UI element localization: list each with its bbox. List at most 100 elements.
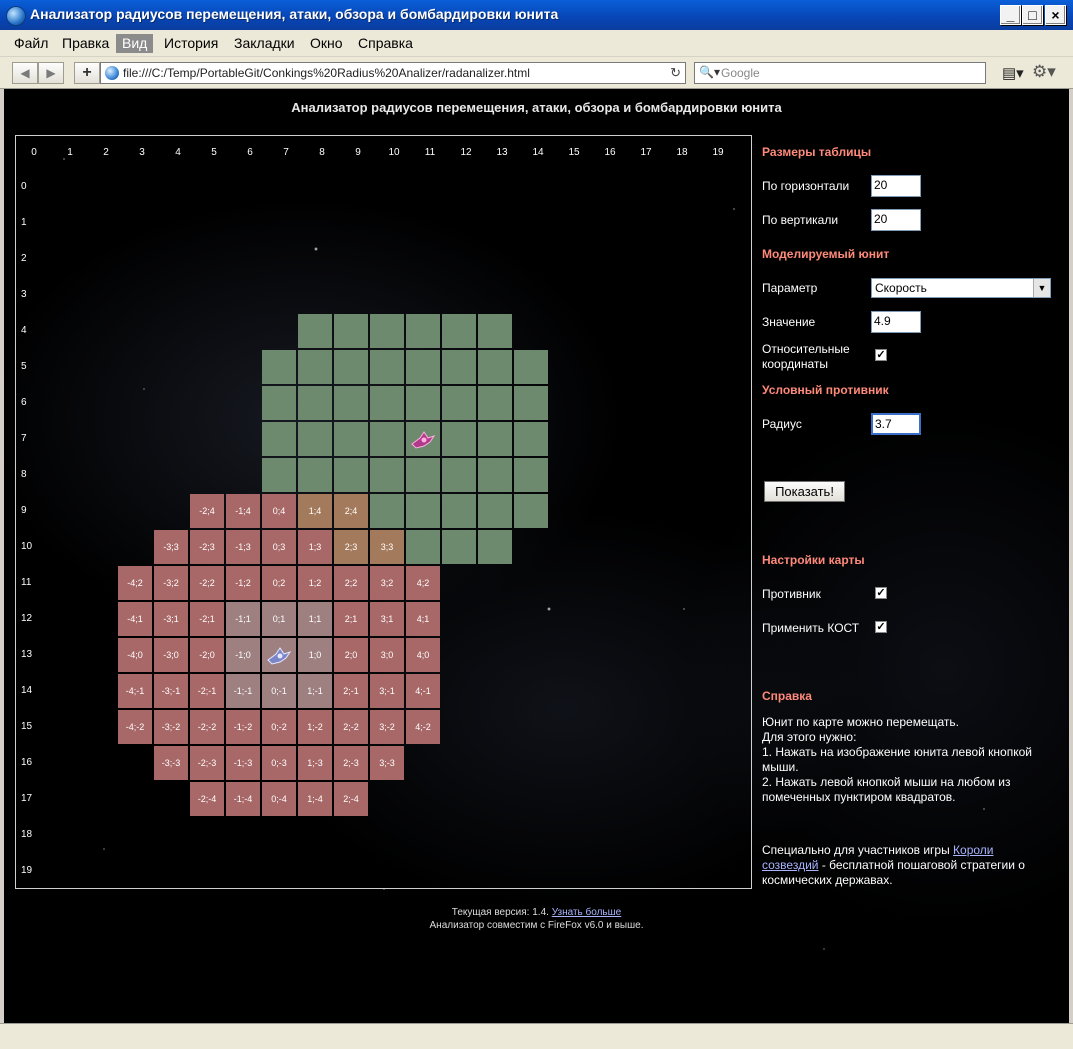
radius-input[interactable]: 3.7 (871, 413, 921, 435)
search-box[interactable]: 🔍▾ Google (694, 62, 986, 84)
grid-cell[interactable]: 1;2 (298, 566, 332, 600)
menu-window[interactable]: Окно (304, 34, 349, 53)
grid-cell[interactable]: 2;-4 (334, 782, 368, 816)
horizontal-size-input[interactable]: 20 (871, 175, 921, 197)
grid-cell[interactable] (406, 494, 440, 528)
unit-ship-icon[interactable] (266, 644, 292, 666)
grid-cell[interactable] (406, 458, 440, 492)
grid-cell[interactable]: 3;0 (370, 638, 404, 672)
enemy-checkbox[interactable]: ✓ (875, 587, 887, 599)
grid-cell[interactable]: 0;-4 (262, 782, 296, 816)
grid-cell[interactable]: -2;-3 (190, 746, 224, 780)
grid-cell[interactable]: -1;-3 (226, 746, 260, 780)
grid-cell[interactable]: 1;1 (298, 602, 332, 636)
grid-cell[interactable] (442, 494, 476, 528)
grid-cell[interactable]: -3;-2 (154, 710, 188, 744)
grid-cell[interactable] (334, 350, 368, 384)
grid-cell[interactable]: 3;3 (370, 530, 404, 564)
grid-cell[interactable]: -3;2 (154, 566, 188, 600)
menu-history[interactable]: История (158, 34, 224, 53)
grid-cell[interactable]: -3;0 (154, 638, 188, 672)
menu-help[interactable]: Справка (352, 34, 419, 53)
grid-cell[interactable] (478, 314, 512, 348)
grid-cell[interactable] (370, 314, 404, 348)
grid-cell[interactable] (262, 386, 296, 420)
grid-cell[interactable]: -1;-4 (226, 782, 260, 816)
grid-cell[interactable]: 3;-3 (370, 746, 404, 780)
new-tab-plus-icon[interactable]: + (74, 62, 100, 84)
vertical-size-input[interactable]: 20 (871, 209, 921, 231)
grid-cell[interactable] (478, 350, 512, 384)
grid-cell[interactable] (262, 422, 296, 456)
grid-cell[interactable]: -2;-2 (190, 710, 224, 744)
grid-cell[interactable]: 1;-3 (298, 746, 332, 780)
grid-cell[interactable]: 4;2 (406, 566, 440, 600)
grid-cell[interactable]: -2;0 (190, 638, 224, 672)
grid-cell[interactable]: -2;-1 (190, 674, 224, 708)
grid-cell[interactable] (514, 494, 548, 528)
grid-cell[interactable]: 2;4 (334, 494, 368, 528)
menu-view[interactable]: Вид (116, 34, 154, 53)
grid-cell[interactable]: -2;3 (190, 530, 224, 564)
grid-cell[interactable] (478, 422, 512, 456)
grid-cell[interactable] (478, 530, 512, 564)
kost-checkbox[interactable]: ✓ (875, 621, 887, 633)
grid-cell[interactable] (514, 422, 548, 456)
grid-cell[interactable]: -1;1 (226, 602, 260, 636)
menu-bookmarks[interactable]: Закладки (228, 34, 301, 53)
grid-cell[interactable]: 1;-4 (298, 782, 332, 816)
grid-cell[interactable] (406, 530, 440, 564)
grid-cell[interactable]: -4;-2 (118, 710, 152, 744)
address-bar[interactable]: file:///C:/Temp/PortableGit/Conkings%20R… (100, 62, 686, 84)
game-link-kings[interactable]: Короли (953, 843, 993, 857)
grid-cell[interactable]: 4;-1 (406, 674, 440, 708)
gear-icon[interactable]: ⚙▾ (1032, 62, 1056, 82)
grid-cell[interactable] (478, 386, 512, 420)
grid-cell[interactable] (514, 386, 548, 420)
show-button[interactable]: Показать! (764, 481, 845, 502)
grid-cell[interactable] (370, 350, 404, 384)
grid-cell[interactable]: 3;2 (370, 566, 404, 600)
grid-cell[interactable]: -3;-1 (154, 674, 188, 708)
learn-more-link[interactable]: Узнать больше (552, 907, 622, 918)
grid-cell[interactable]: 1;-1 (298, 674, 332, 708)
grid-cell[interactable] (334, 458, 368, 492)
grid-cell[interactable]: 2;0 (334, 638, 368, 672)
grid-cell[interactable]: -3;-3 (154, 746, 188, 780)
grid-cell[interactable]: -2;1 (190, 602, 224, 636)
grid-cell[interactable] (334, 386, 368, 420)
grid-cell[interactable] (370, 386, 404, 420)
menu-file[interactable]: Файл (8, 34, 54, 53)
grid-cell[interactable]: -1;-2 (226, 710, 260, 744)
grid-cell[interactable] (442, 458, 476, 492)
menu-edit[interactable]: Правка (56, 34, 115, 53)
grid-cell[interactable] (406, 386, 440, 420)
grid-cell[interactable] (442, 386, 476, 420)
grid-cell[interactable] (334, 314, 368, 348)
grid-cell[interactable]: -1;-1 (226, 674, 260, 708)
grid-cell[interactable]: 1;3 (298, 530, 332, 564)
value-input[interactable]: 4.9 (871, 311, 921, 333)
grid-cell[interactable]: -4;2 (118, 566, 152, 600)
grid-cell[interactable] (406, 314, 440, 348)
grid-cell[interactable] (478, 458, 512, 492)
grid-cell[interactable] (442, 530, 476, 564)
grid-cell[interactable] (370, 458, 404, 492)
grid-cell[interactable]: -3;1 (154, 602, 188, 636)
grid-cell[interactable]: -1;4 (226, 494, 260, 528)
grid-cell[interactable] (442, 350, 476, 384)
grid-cell[interactable]: 0;-3 (262, 746, 296, 780)
grid-cell[interactable]: -2;2 (190, 566, 224, 600)
grid-cell[interactable]: -2;4 (190, 494, 224, 528)
grid-cell[interactable]: -3;3 (154, 530, 188, 564)
game-link-constellations[interactable]: созвездий (762, 858, 818, 872)
reload-icon[interactable]: ↻ (670, 65, 681, 81)
page-menu-icon[interactable]: ▤▾ (1002, 64, 1024, 82)
grid-cell[interactable]: -4;0 (118, 638, 152, 672)
grid-cell[interactable]: -2;-4 (190, 782, 224, 816)
grid-cell[interactable]: 4;1 (406, 602, 440, 636)
grid-cell[interactable]: 0;1 (262, 602, 296, 636)
grid-cell[interactable]: 3;-2 (370, 710, 404, 744)
grid-cell[interactable]: 3;-1 (370, 674, 404, 708)
grid-cell[interactable]: 0;2 (262, 566, 296, 600)
